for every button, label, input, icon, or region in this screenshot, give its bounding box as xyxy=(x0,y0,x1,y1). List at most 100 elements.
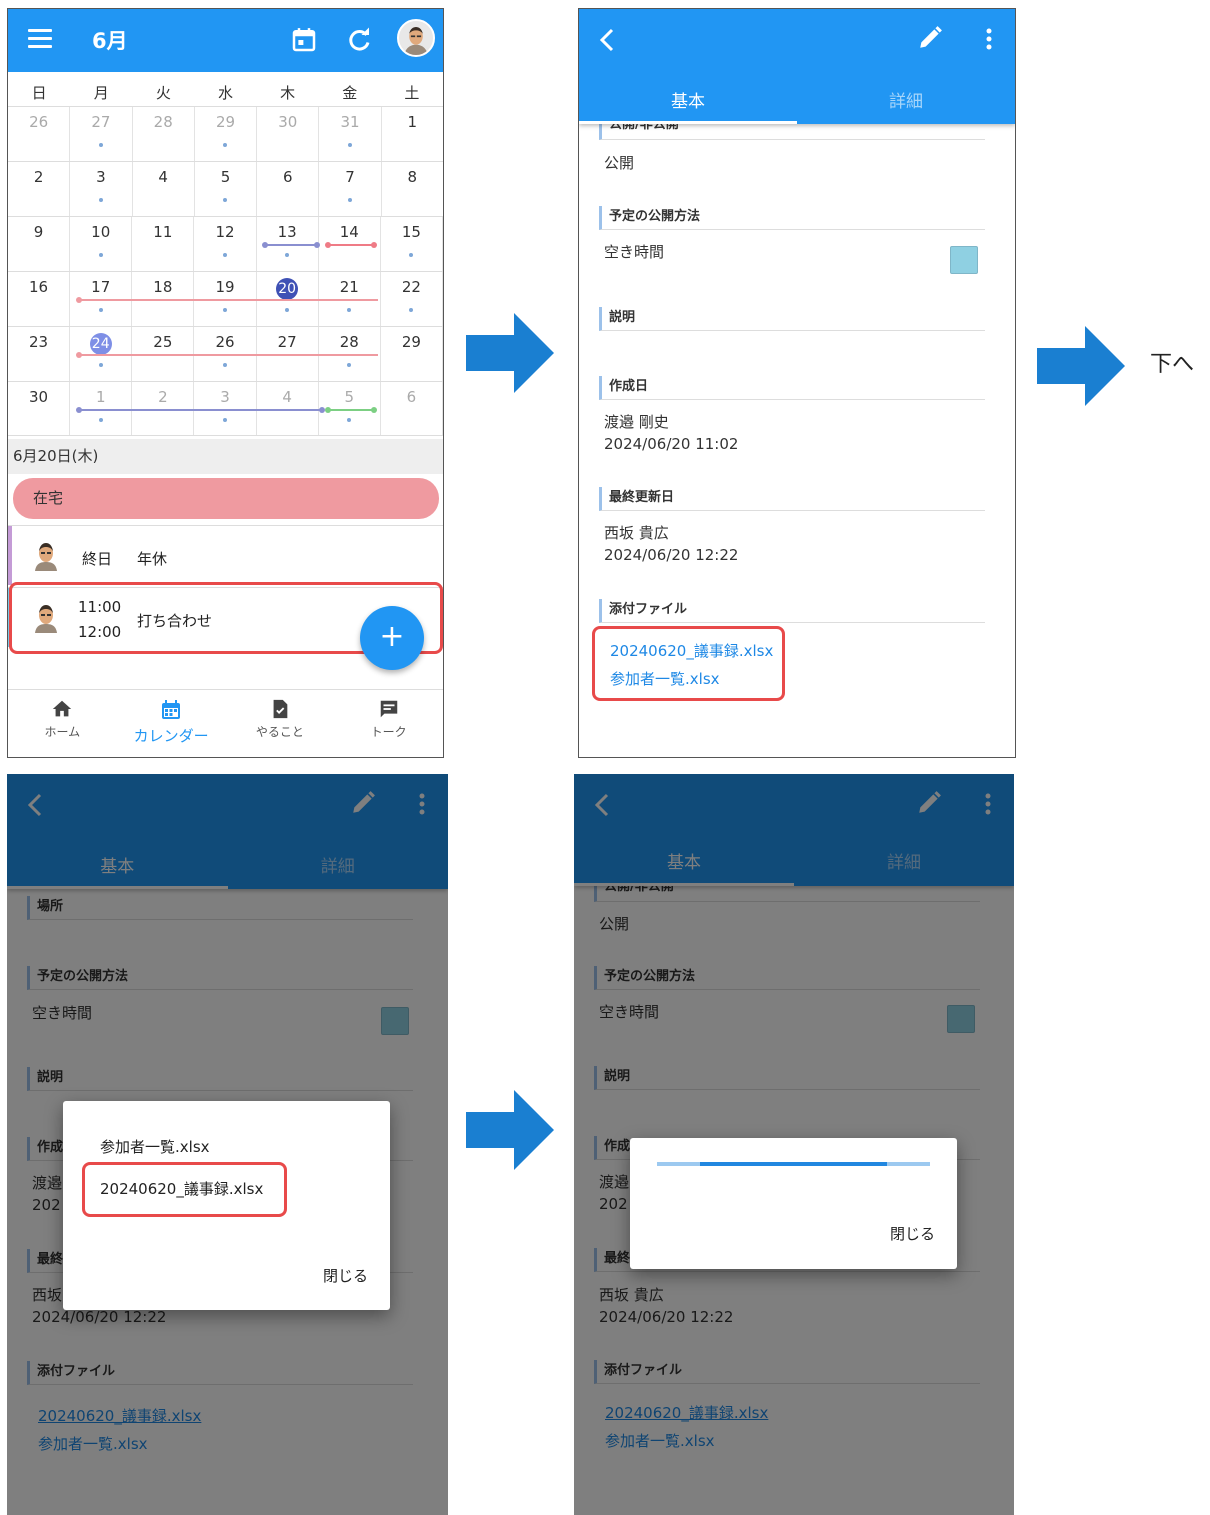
progress-track xyxy=(657,1162,930,1166)
refresh-icon[interactable] xyxy=(344,25,374,55)
publish-method-value: 空き時間 xyxy=(604,243,665,261)
day-cell[interactable]: 10 xyxy=(70,217,133,271)
day-cell[interactable]: 29 xyxy=(195,107,258,161)
bottom-navigation: ホーム カレンダー やること トーク xyxy=(8,689,443,757)
event-dot xyxy=(222,253,227,257)
nav-todo[interactable]: やること xyxy=(226,690,335,757)
event-span-line xyxy=(76,352,378,358)
event-dot xyxy=(223,143,228,147)
calendar-screen: 6月 日 月 火 水 木 金 土 26 27 28 29 30 31 1 2 3… xyxy=(7,8,444,758)
day-cell[interactable]: 30 xyxy=(257,107,320,161)
event-row[interactable]: 終日 年休 xyxy=(8,525,443,585)
flow-arrow-icon xyxy=(466,1090,554,1170)
event-detail-screen: 基本 詳細 公開/非公開 公開 予定の公開方法 空き時間 説明 作成日 渡邉 剛… xyxy=(578,8,1016,758)
event-span-line xyxy=(325,242,377,248)
visibility-value: 公開 xyxy=(604,154,635,172)
day-cell[interactable]: 2 xyxy=(8,162,71,216)
tab-indicator xyxy=(579,121,797,124)
event-dot xyxy=(222,418,227,422)
event-dot xyxy=(222,363,227,367)
day-cell[interactable]: 6 xyxy=(381,382,443,435)
event-dot xyxy=(285,308,290,312)
created-by: 渡邉 剛史 xyxy=(604,413,669,431)
event-dot xyxy=(409,308,414,312)
week-row: 23 24 25 26 27 28 29 xyxy=(8,326,443,381)
event-time: 終日 xyxy=(82,550,113,568)
tab-basic[interactable]: 基本 xyxy=(579,87,797,112)
add-event-button[interactable]: + xyxy=(360,606,424,670)
allday-event-pill[interactable]: 在宅 xyxy=(13,478,439,519)
day-cell[interactable]: 11 xyxy=(132,217,195,271)
day-cell[interactable]: 27 xyxy=(70,107,133,161)
weekday-label: 水 xyxy=(217,84,233,102)
month-title: 6月 xyxy=(92,29,128,53)
flow-arrow-icon xyxy=(1037,326,1125,406)
day-cell[interactable]: 1 xyxy=(382,107,443,161)
detail-body: 公開/非公開 公開 予定の公開方法 空き時間 説明 作成日 渡邉 剛史 2024… xyxy=(579,118,1015,757)
day-cell[interactable]: 23 xyxy=(8,327,71,381)
updated-at: 2024/06/20 12:22 xyxy=(604,546,739,564)
user-avatar[interactable] xyxy=(397,19,435,57)
selected-date-header: 6月20日(木) xyxy=(8,439,443,474)
download-progress-screen: 基本 詳細 公開/非公開 公開 予定の公開方法 空き時間 説明 作成 渡邉 20… xyxy=(574,774,1014,1515)
event-span-line xyxy=(325,407,377,413)
day-cell[interactable]: 6 xyxy=(257,162,320,216)
detail-app-bar: 基本 詳細 xyxy=(579,9,1015,124)
day-cell[interactable]: 7 xyxy=(319,162,382,216)
progress-bar xyxy=(700,1162,887,1166)
more-vert-icon[interactable] xyxy=(985,27,993,51)
highlight-box xyxy=(592,626,785,701)
updated-by: 西坂 貴広 xyxy=(604,524,669,542)
day-cell[interactable]: 3 xyxy=(70,162,133,216)
back-arrow-icon[interactable] xyxy=(597,27,617,53)
edit-pencil-icon[interactable] xyxy=(917,25,943,51)
event-dot xyxy=(285,253,290,257)
event-dot xyxy=(222,308,227,312)
day-cell[interactable]: 22 xyxy=(381,272,443,326)
chat-icon xyxy=(380,700,397,718)
event-dot xyxy=(347,363,352,367)
event-span-line xyxy=(76,407,325,413)
file-select-dialog: 参加者一覧.xlsx 20240620_議事録.xlsx 閉じる xyxy=(63,1101,390,1310)
day-cell[interactable]: 12 xyxy=(194,217,257,271)
calendar-today-icon[interactable] xyxy=(289,25,319,55)
day-cell[interactable]: 31 xyxy=(319,107,382,161)
progress-dialog: 閉じる xyxy=(630,1138,957,1269)
event-dot xyxy=(409,253,414,257)
created-at: 2024/06/20 11:02 xyxy=(604,435,739,453)
day-cell[interactable]: 29 xyxy=(381,327,443,381)
weekday-label: 金 xyxy=(342,84,358,102)
section-attachments: 添付ファイル xyxy=(599,599,985,623)
week-row: 16 17 18 19 20 21 22 xyxy=(8,271,443,326)
day-cell[interactable]: 16 xyxy=(8,272,71,326)
home-icon xyxy=(53,700,72,717)
file-chooser-screen: 基本 詳細 場所 予定の公開方法 空き時間 説明 作成 渡邉 202 最終 西坂… xyxy=(7,774,448,1515)
next-step-label: 下へ xyxy=(1150,352,1195,377)
menu-icon[interactable] xyxy=(28,29,52,49)
calendar-icon xyxy=(162,700,181,719)
nav-calendar[interactable]: カレンダー xyxy=(117,690,226,757)
day-cell[interactable]: 26 xyxy=(8,107,71,161)
event-dot xyxy=(348,198,353,202)
todo-check-icon xyxy=(273,699,288,719)
day-cell[interactable]: 30 xyxy=(8,382,71,435)
close-button[interactable]: 閉じる xyxy=(890,1223,935,1244)
day-cell[interactable]: 8 xyxy=(382,162,443,216)
tab-detail[interactable]: 詳細 xyxy=(797,87,1015,112)
weekday-label: 火 xyxy=(155,84,171,102)
file-option[interactable]: 参加者一覧.xlsx xyxy=(100,1136,210,1157)
weekday-label: 土 xyxy=(404,84,420,102)
day-cell[interactable]: 28 xyxy=(133,107,195,161)
day-cell[interactable]: 9 xyxy=(8,217,71,271)
event-dot xyxy=(98,253,103,257)
event-dot xyxy=(98,143,103,147)
day-cell[interactable]: 5 xyxy=(195,162,258,216)
day-cell[interactable]: 15 xyxy=(381,217,443,271)
event-dot xyxy=(223,198,228,202)
week-row: 9 10 11 12 13 14 15 xyxy=(8,216,443,271)
nav-home[interactable]: ホーム xyxy=(8,690,117,757)
nav-talk[interactable]: トーク xyxy=(334,690,443,757)
event-dot xyxy=(98,363,103,367)
close-button[interactable]: 閉じる xyxy=(323,1265,368,1286)
day-cell[interactable]: 4 xyxy=(133,162,195,216)
